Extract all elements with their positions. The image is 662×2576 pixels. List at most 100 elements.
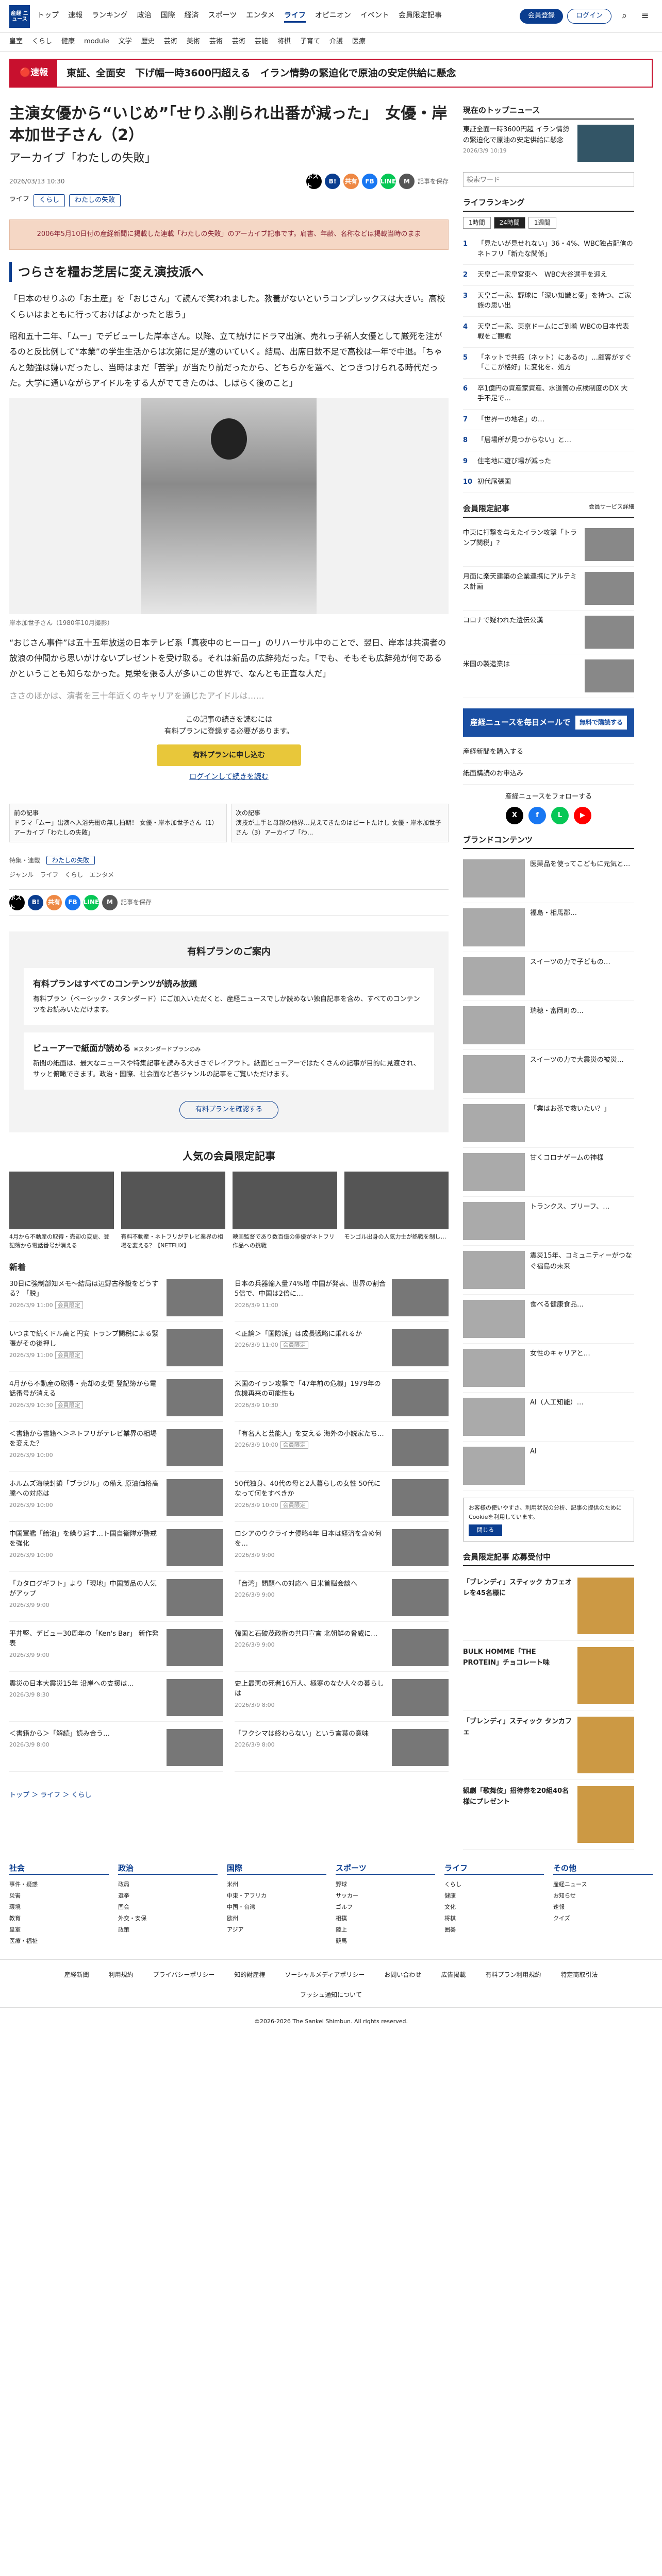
member-item[interactable]: コロナで疑われた遺伝公漢 (463, 611, 634, 654)
share-button[interactable]: LINE (380, 174, 396, 190)
subnav-item[interactable]: 文学 (119, 37, 132, 47)
tag-link[interactable]: わたしの失敗 (69, 194, 121, 207)
breadcrumb[interactable]: トップ ＞ ライフ ＞ くらし (9, 1790, 449, 1801)
search-icon[interactable]: ⌕ (617, 9, 632, 24)
brand-item[interactable]: 「業はお茶で救いたい？」 (463, 1099, 634, 1148)
subnav-item[interactable]: 芸術 (209, 37, 223, 47)
news-item[interactable]: 「有名人と芸能人」を支える 海外の小説家たち… 2026/3/9 10:00 会員限… (235, 1429, 449, 1472)
footer-link[interactable]: ゴルフ (336, 1902, 435, 1913)
prize-item[interactable]: BULK HOMME「THE PROTEIN」チョコレート味 (463, 1641, 634, 1711)
news-item[interactable]: ＜書籍から書籍へ＞ネトフリがテレビ業界の相場を変えた？ 2026/3/9 10:0… (9, 1429, 223, 1472)
footer-link[interactable]: 中東・アフリカ (227, 1890, 326, 1902)
footer-link[interactable]: サッカー (336, 1890, 435, 1902)
share-button[interactable]: B! (324, 174, 340, 190)
subnav-item[interactable]: module (84, 37, 109, 47)
subnav-item[interactable]: 歴史 (141, 37, 155, 47)
footer-link[interactable]: 災害 (9, 1890, 109, 1902)
share-button[interactable]: 記事を保存 (418, 177, 449, 187)
ranking-tab[interactable]: 24時間 (493, 217, 525, 229)
ranking-item[interactable]: 8 「居場所が見つからない」と… (463, 430, 634, 451)
nav-item[interactable]: 会員限定記事 (399, 10, 442, 23)
popular-item[interactable]: 有料不動産・ネトフリがテレビ業界の相場を変える？【NETFLIX】 (121, 1171, 225, 1250)
news-item[interactable]: いつまで続くドル高と円安 トランプ関税による緊張がその後押し 2026/3/9 1… (9, 1329, 223, 1372)
ranking-item[interactable]: 9 住宅地に遊び場が減った (463, 451, 634, 472)
ranking-item[interactable]: 4 天皇ご一家、東京ドームにご到着 WBCの日本代表戦をご観戦 (463, 317, 634, 348)
prev-article-link[interactable]: 前の記事 ドラマ「ムー」出演へ入浴先衝の無し拍期！ 女優・岸本加世子さん（1）ア… (9, 803, 227, 843)
subnav-item[interactable]: 芸術 (232, 37, 245, 47)
subnav-item[interactable]: 芸術 (164, 37, 177, 47)
footer-col-heading[interactable]: 社会 (9, 1862, 109, 1875)
share-button[interactable]: ポスト (9, 894, 25, 911)
share-button[interactable]: LINE (84, 894, 99, 910)
member-more-link[interactable]: 会員サービス詳細 (589, 502, 634, 512)
news-item[interactable]: 韓国と石破茂政権の共同宣言 北朝鮮の脅威に… 2026/3/9 9:00 (235, 1629, 449, 1672)
nav-item[interactable]: オピニオン (315, 10, 351, 23)
news-item[interactable]: 中国軍艦「給油」を繰り返す…ト国自衛隊が警戒を強化 2026/3/9 10:00 (9, 1529, 223, 1572)
footer-col-heading[interactable]: ライフ (444, 1862, 544, 1875)
footer-link[interactable]: 環境 (9, 1902, 109, 1913)
nav-item[interactable]: ランキング (92, 10, 128, 23)
facebook-icon[interactable]: f (528, 807, 546, 825)
youtube-icon[interactable]: ▶ (574, 807, 591, 825)
site-logo[interactable]: 産経 ニュース (9, 5, 30, 28)
footer-link[interactable]: 教育 (9, 1913, 109, 1924)
brand-item[interactable]: 福島・相馬郡… (463, 903, 634, 953)
breaking-news-banner[interactable]: 🔴 速報 東証、全面安 下げ幅一時3600円超える イラン情勢の緊迫化で原油の安… (9, 59, 653, 88)
subnav-item[interactable]: 将棋 (277, 37, 291, 47)
footer-link[interactable]: 文化 (444, 1902, 544, 1913)
menu-icon[interactable]: ≡ (637, 9, 653, 24)
news-item[interactable]: ＜正論＞「国際派」は成長戦略に乗れるか 2026/3/9 11:00 会員限定 (235, 1329, 449, 1372)
brand-item[interactable]: 女性のキャリアと… (463, 1344, 634, 1393)
purchase-link[interactable]: 紙面購読のお申込み (463, 764, 634, 785)
footer-link[interactable]: 医療・福祉 (9, 1936, 109, 1947)
ranking-item[interactable]: 6 卒1億円の資産家資産、水道管の点検制度のDX 大手不足で… (463, 379, 634, 410)
footer-bar-link[interactable]: お問い合わせ (384, 1970, 421, 1980)
news-item[interactable]: 50代独身、40代の母と2人暮らしの女性 50代になって何をすべきか 2026/3… (235, 1479, 449, 1522)
footer-link[interactable]: 健康 (444, 1890, 544, 1902)
popular-item[interactable]: 4月から不動産の取得・売却の変更、登記簿から電話番号が消える (9, 1171, 114, 1250)
brand-item[interactable]: AI (463, 1442, 634, 1491)
share-button[interactable]: 共有 (343, 174, 359, 190)
search-input[interactable] (463, 172, 634, 187)
footer-link[interactable]: 米州 (227, 1879, 326, 1890)
news-item[interactable]: 日本の兵器輸入量74%増 中国が発表、世界の割合5倍で、中国は2倍に… 2026/… (235, 1279, 449, 1322)
tag-link[interactable]: くらし (34, 194, 65, 207)
footer-bar-link[interactable]: 利用規約 (109, 1970, 134, 1980)
footer-link[interactable]: 競馬 (336, 1936, 435, 1947)
nav-item[interactable]: 国際 (161, 10, 175, 23)
news-item[interactable]: ロシアのウクライナ侵略4年 日本は経済を含め何を… 2026/3/9 9:00 (235, 1529, 449, 1572)
news-item[interactable]: 30日に強制部知メモ～結局は辺野古移設をどうする？「脱」 2026/3/9 11:… (9, 1279, 223, 1322)
member-item[interactable]: 米国の製造業は (463, 654, 634, 698)
prize-item[interactable]: 観劇「歌舞伎」招待券を20組40名様にプレゼント (463, 1780, 634, 1850)
footer-link[interactable]: 相撲 (336, 1913, 435, 1924)
news-item[interactable]: 「フクシマは終わらない」という言葉の意味 2026/3/9 8:00 (235, 1728, 449, 1772)
subnav-item[interactable]: くらし (32, 37, 52, 47)
footer-link[interactable]: 皇室 (9, 1924, 109, 1936)
footer-link[interactable]: 中国・台湾 (227, 1902, 326, 1913)
footer-col-heading[interactable]: 政治 (118, 1862, 218, 1875)
brand-item[interactable]: AI（人工知能）… (463, 1393, 634, 1442)
footer-bar-link[interactable]: ソーシャルメディアポリシー (285, 1970, 365, 1980)
news-item[interactable]: 史上最悪の死者16万人、極寒のなか人々の暮らしは 2026/3/9 8:00 (235, 1679, 449, 1722)
popular-item[interactable]: 映画監督であり数百億の俳優がネトフリ作品への挑戦 (233, 1171, 337, 1250)
subnav-item[interactable]: 子育て (300, 37, 320, 47)
nav-item[interactable]: トップ (37, 10, 59, 23)
newsletter-banner[interactable]: 産経ニュースを毎日メールで 無料で購読する (463, 708, 634, 737)
subnav-item[interactable]: 健康 (61, 37, 75, 47)
share-button[interactable]: B! (28, 894, 43, 910)
subnav-item[interactable]: 美術 (187, 37, 200, 47)
footer-link[interactable]: 野球 (336, 1879, 435, 1890)
news-item[interactable]: 平井堅、デビュー30周年の「Ken's Bar」 新作発表 2026/3/9 9:… (9, 1629, 223, 1672)
news-item[interactable]: 米国のイラン攻撃で「47年前の危機」1979年の危機再来の可能性も 2026/3/… (235, 1379, 449, 1422)
subscribe-button[interactable]: 有料プランに申し込む (157, 744, 301, 767)
footer-link[interactable]: 国会 (118, 1902, 218, 1913)
login-button[interactable]: ログイン (567, 9, 611, 24)
footer-link[interactable]: 政局 (118, 1879, 218, 1890)
brand-item[interactable]: トランクス、ブリーフ、… (463, 1197, 634, 1246)
ranking-item[interactable]: 10 初代尾張国 (463, 472, 634, 493)
x-icon[interactable]: X (506, 807, 523, 825)
footer-link[interactable]: 外交・安保 (118, 1913, 218, 1924)
footer-link[interactable]: お知らせ (553, 1890, 653, 1902)
cookie-close-button[interactable]: 閉じる (469, 1524, 502, 1536)
news-item[interactable]: ＜書籍から＞「解読」読み合う… 2026/3/9 8:00 (9, 1728, 223, 1772)
